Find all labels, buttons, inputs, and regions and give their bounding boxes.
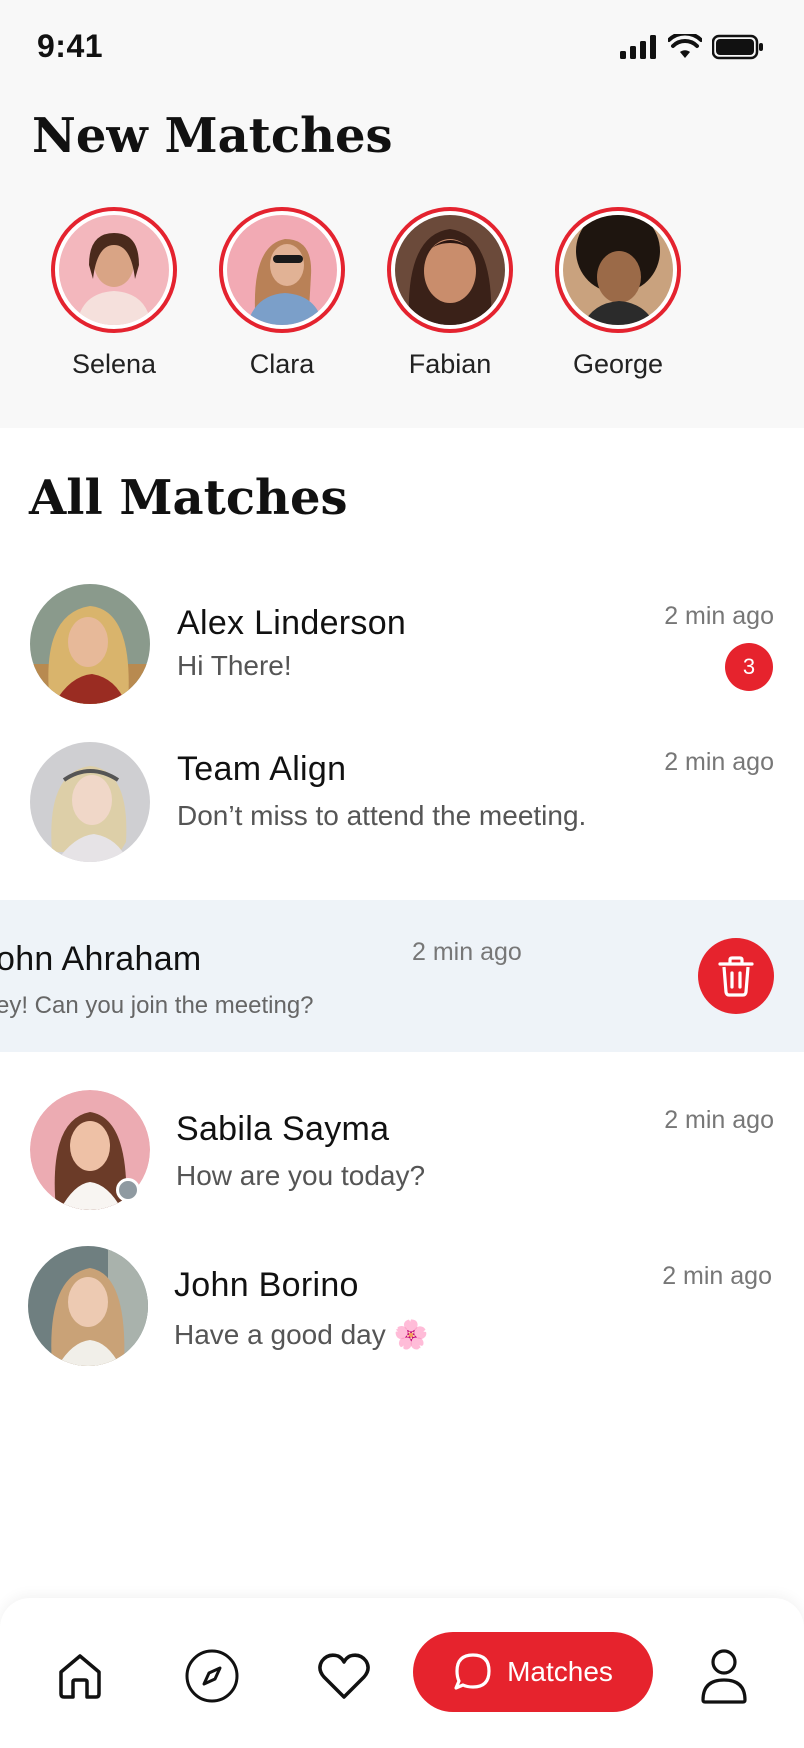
avatar	[227, 215, 337, 325]
online-status-dot	[116, 1178, 140, 1202]
trash-icon	[718, 956, 754, 997]
story-name: Selena	[71, 349, 157, 379]
bottom-navigation: Matches	[0, 1598, 804, 1748]
message-time: 2 min ago	[664, 602, 774, 630]
status-icons	[620, 34, 764, 60]
list-item[interactable]: John Borino Have a good day 🌸 2 min ago	[0, 1238, 804, 1388]
chat-bubble-icon	[454, 1653, 491, 1690]
avatar	[30, 1090, 150, 1210]
list-item[interactable]: Alex Linderson Hi There! 2 min ago 3	[0, 570, 804, 720]
message-preview: ey! Can you join the meeting?	[0, 992, 314, 1019]
message-time: 2 min ago	[664, 1106, 774, 1134]
contact-name: Alex Linderson	[177, 604, 407, 642]
list-item[interactable]: Team Align Don’t miss to attend the meet…	[0, 730, 804, 880]
nav-explore[interactable]	[182, 1646, 242, 1706]
home-icon	[59, 1654, 101, 1699]
wifi-icon	[668, 34, 702, 58]
avatar	[30, 742, 150, 862]
nav-likes[interactable]	[314, 1646, 374, 1706]
message-preview: Hi There!	[177, 650, 292, 681]
signal-icon	[620, 35, 656, 59]
message-preview: Have a good day 🌸	[174, 1319, 429, 1350]
delete-button[interactable]	[698, 938, 774, 1014]
story-ring	[219, 207, 345, 333]
all-matches-title: All Matches	[29, 470, 348, 526]
heart-icon	[318, 1653, 370, 1699]
status-time: 9:41	[37, 28, 104, 64]
nav-matches-label: Matches	[507, 1656, 613, 1687]
unread-badge: 3	[725, 643, 773, 691]
battery-icon	[712, 34, 763, 60]
message-time: 2 min ago	[412, 938, 522, 966]
story-ring	[555, 207, 681, 333]
nav-profile[interactable]	[694, 1646, 754, 1706]
new-match-story[interactable]: George	[534, 207, 702, 380]
compass-icon	[185, 1649, 239, 1703]
avatar	[30, 584, 150, 704]
nav-home[interactable]	[50, 1646, 110, 1706]
story-name: Clara	[249, 349, 315, 379]
new-match-story[interactable]: Fabian	[366, 207, 534, 380]
message-preview: Don’t miss to attend the meeting.	[177, 800, 587, 831]
avatar	[395, 215, 505, 325]
story-name: Fabian	[408, 349, 492, 379]
new-matches-title: New Matches	[32, 108, 393, 164]
list-item[interactable]: Sabila Sayma How are you today? 2 min ag…	[0, 1082, 804, 1232]
new-matches-list: Selena Clara Fabian George	[30, 207, 702, 380]
contact-name: ohn Ahraham	[0, 940, 202, 978]
story-ring	[51, 207, 177, 333]
swiped-list-item[interactable]: ohn Ahraham ey! Can you join the meeting…	[0, 900, 804, 1052]
nav-matches[interactable]: Matches	[413, 1632, 653, 1712]
new-match-story[interactable]: Clara	[198, 207, 366, 380]
message-time: 2 min ago	[662, 1262, 772, 1290]
story-name: George	[572, 349, 664, 379]
avatar	[28, 1246, 148, 1366]
avatar	[563, 215, 673, 325]
story-ring	[387, 207, 513, 333]
status-bar: 9:41	[0, 0, 804, 100]
new-match-story[interactable]: Selena	[30, 207, 198, 380]
avatar	[59, 215, 169, 325]
message-preview: How are you today?	[176, 1160, 426, 1191]
user-icon	[701, 1649, 747, 1704]
contact-name: Team Align	[177, 750, 347, 788]
message-time: 2 min ago	[664, 748, 774, 776]
contact-name: Sabila Sayma	[176, 1110, 390, 1148]
contact-name: John Borino	[174, 1266, 359, 1304]
